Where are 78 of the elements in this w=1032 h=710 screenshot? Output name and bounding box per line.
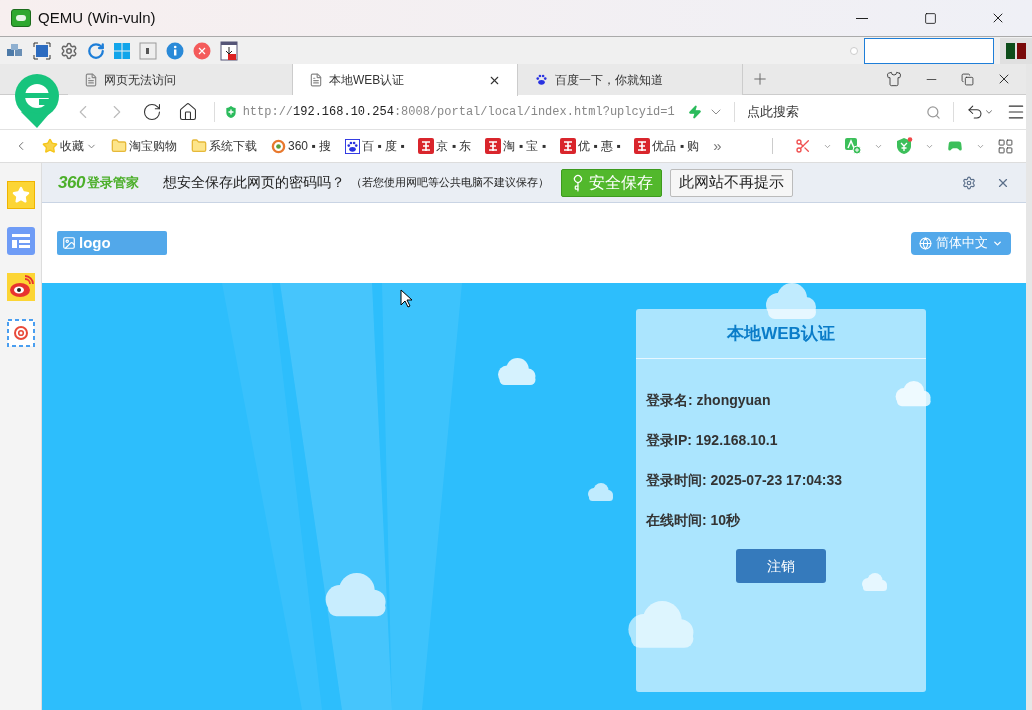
never-button[interactable]: 此网站不再提示 — [670, 168, 794, 197]
reload-icon[interactable] — [141, 102, 162, 122]
bookmark-item[interactable]: 淘 ▪ 宝 ▪ — [485, 137, 546, 155]
maximize-icon — [923, 11, 937, 25]
key-cap-icon[interactable] — [139, 41, 157, 60]
news-icon[interactable] — [6, 227, 35, 255]
minimize-icon — [856, 17, 868, 19]
bookmark-item[interactable]: 收藏 — [42, 137, 97, 155]
shield-icon — [222, 104, 239, 120]
address-field[interactable]: http://192.168.10.254:8008/portal/local/index.html?uplcyid=1 — [242, 103, 682, 121]
browser-tab[interactable]: 网页无法访问 — [68, 64, 293, 95]
shop-icon — [634, 138, 651, 154]
tab-label: 本地WEB认证 — [329, 72, 405, 89]
search-field[interactable]: 点此搜索 — [746, 99, 927, 125]
paw-icon — [534, 72, 549, 87]
dropdown-icon[interactable] — [984, 107, 995, 117]
image-icon — [62, 236, 76, 250]
paw-icon — [344, 138, 360, 154]
tab-label: 网页无法访问 — [104, 71, 176, 89]
info-text: 登录IP: 192.168.10.1 — [646, 431, 779, 449]
shirt-icon[interactable] — [886, 71, 902, 87]
lightning-icon[interactable] — [687, 105, 702, 119]
save-note: （若您使用网吧等公共电脑不建议保存） — [351, 175, 550, 191]
settings-icon[interactable] — [60, 41, 78, 60]
star-icon — [42, 138, 58, 154]
info-text: 在线时间: 10秒 — [646, 511, 742, 529]
settings-icon[interactable] — [962, 175, 976, 190]
bookmark-item[interactable]: 360 ▪ 搜 — [271, 137, 331, 155]
logout-button[interactable]: 注销 — [736, 549, 826, 583]
page-icon — [309, 73, 323, 87]
logo-text: logo — [79, 232, 111, 253]
app-icon — [11, 9, 31, 27]
translate-icon[interactable] — [844, 137, 862, 155]
browser-tab[interactable]: 本地WEB认证 — [293, 64, 518, 96]
new-tab-icon[interactable] — [751, 70, 769, 88]
bookmark-item[interactable]: 优 ▪ 惠 ▪ — [559, 137, 621, 155]
info-text: 登录名: zhongyuan — [646, 391, 772, 409]
refresh-icon[interactable] — [87, 41, 105, 60]
folder-icon — [191, 138, 207, 154]
more-bookmarks-button[interactable]: » — [713, 134, 722, 158]
download-window-icon[interactable] — [220, 40, 238, 61]
shield-yen-icon[interactable] — [895, 137, 913, 155]
shop-icon — [418, 138, 435, 154]
home-icon[interactable] — [177, 102, 198, 122]
scissors-icon[interactable] — [795, 138, 811, 154]
cubes-icon[interactable] — [6, 42, 24, 59]
fullscreen-icon[interactable] — [33, 41, 51, 60]
ring-icon — [271, 138, 286, 154]
apps-icon[interactable] — [997, 137, 1014, 155]
globe-icon — [919, 236, 932, 250]
folder-icon — [111, 138, 127, 154]
windows-icon[interactable] — [114, 42, 130, 59]
text-field[interactable] — [864, 37, 994, 64]
info-text: 登录时间: 2025-07-23 17:04:33 — [646, 471, 844, 489]
close-circle-icon[interactable] — [193, 41, 211, 60]
bookmark-item[interactable]: 百 ▪ 度 ▪ — [344, 137, 405, 155]
bookmark-item[interactable]: 淘宝购物 — [111, 137, 177, 155]
page-icon — [84, 72, 98, 87]
undo-icon[interactable] — [966, 103, 985, 121]
search-icon[interactable] — [926, 104, 942, 120]
card-title: 本地WEB认证 — [636, 309, 926, 359]
info-icon[interactable] — [166, 41, 184, 60]
window-title: QEMU (Win-vuln) — [38, 7, 156, 28]
browser-tab[interactable]: 百度一下，你就知道 — [518, 64, 743, 95]
save-prompt: 想安全保存此网页的密码吗？ — [163, 173, 346, 192]
shop-icon — [485, 138, 502, 154]
favorites-icon[interactable] — [6, 181, 35, 209]
weibo-eye-icon[interactable] — [6, 273, 35, 301]
cursor-icon — [400, 289, 412, 308]
brand-logo: 360 — [58, 171, 86, 194]
bookmark-item[interactable]: 优品 ▪ 购 — [634, 137, 700, 155]
panel-icon[interactable] — [1000, 37, 1032, 64]
bookmark-item[interactable]: 系统下载 — [191, 137, 257, 155]
tab-label: 百度一下，你就知道 — [555, 71, 663, 89]
brand-name: 登录管家 — [87, 173, 140, 192]
restore-icon[interactable] — [961, 72, 974, 86]
bookmark-item[interactable]: 京 ▪ 东 — [418, 137, 472, 155]
shop-icon — [559, 138, 576, 154]
